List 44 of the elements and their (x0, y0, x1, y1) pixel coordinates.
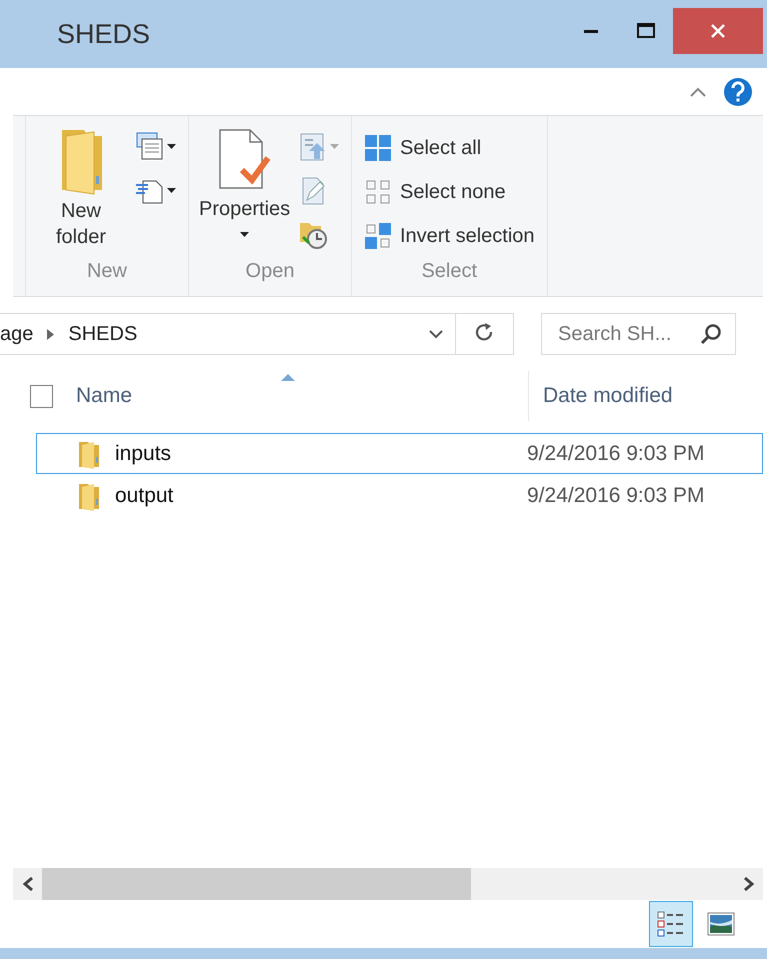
select-option[interactable]: Invert selection (362, 214, 537, 258)
breadcrumb-arrow-icon (47, 328, 54, 340)
file-name: output (115, 484, 174, 508)
select-all-checkbox[interactable] (30, 384, 53, 408)
image-icon (707, 910, 735, 938)
breadcrumb-item[interactable]: SHEDS (68, 322, 138, 346)
date-modified: 9/24/2016 9:03 PM (527, 484, 704, 508)
horizontal-scrollbar[interactable] (13, 868, 763, 900)
chevron-right-icon (742, 877, 754, 891)
select-option[interactable]: Select all (362, 126, 537, 170)
caret-icon (330, 144, 339, 148)
group-label: Open (244, 260, 296, 284)
file-row[interactable]: output 9/24/2016 9:03 PM (36, 475, 763, 516)
minimize-icon (584, 30, 598, 32)
document-icon (134, 131, 164, 161)
details-view-button[interactable] (649, 901, 693, 947)
file-name: inputs (115, 442, 172, 466)
group-label: Select (420, 260, 478, 284)
file-row[interactable]: inputs 9/24/2016 9:03 PM (36, 433, 763, 474)
window-title: SHEDS (57, 18, 152, 50)
caret-icon (240, 232, 248, 237)
list-icon (657, 910, 685, 938)
chevron-left-icon (22, 877, 34, 891)
properties-button[interactable]: Properties (199, 126, 289, 260)
search-field[interactable]: Search SH... (541, 313, 736, 355)
new-folder-button[interactable]: New folder (36, 126, 126, 260)
grid-icon (364, 222, 392, 250)
sort-arrow-icon (281, 373, 295, 381)
search-icon (700, 323, 722, 345)
column-header[interactable]: Date modified (528, 371, 763, 421)
grid-icon (364, 134, 392, 162)
caret-icon (167, 188, 176, 192)
scroll-thumb[interactable] (42, 868, 471, 900)
date-modified: 9/24/2016 9:03 PM (527, 442, 704, 466)
help-icon (723, 76, 753, 106)
empty-grid-icon (364, 178, 392, 206)
chevron-up-icon (689, 86, 707, 98)
column-header[interactable]: Name (53, 371, 528, 421)
select-option[interactable]: Select none (362, 170, 537, 214)
group-label: New (86, 260, 128, 284)
maximize-icon (636, 21, 656, 41)
breadcrumb-item[interactable]: age (0, 322, 34, 346)
caret-icon (167, 144, 176, 148)
chevron-down-icon (429, 330, 443, 338)
